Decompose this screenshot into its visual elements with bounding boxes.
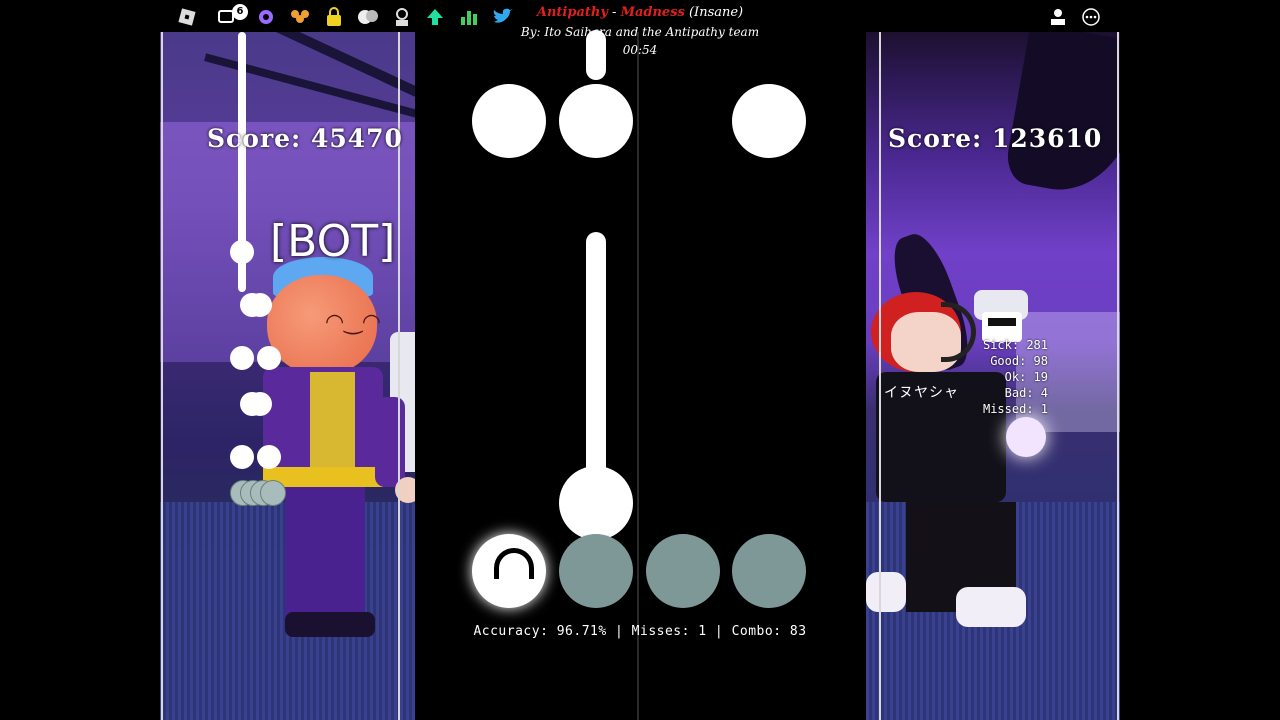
player-hand <box>1006 417 1046 457</box>
judgement-sick: Sick: 281 <box>982 338 1048 352</box>
bot-arm <box>375 397 405 487</box>
frame-line <box>1117 32 1119 720</box>
bot-note <box>248 293 272 317</box>
friends-icon[interactable] <box>289 6 311 28</box>
game-viewport: ◠‿◠ イヌヤシャ Score: 45470 [BOT] Score: 1236… <box>160 0 1120 720</box>
scene-beam <box>160 32 415 137</box>
bot-tag: [BOT] <box>270 216 396 267</box>
bot-note <box>230 445 254 469</box>
bot-shoes <box>285 612 375 637</box>
player-shoe <box>956 587 1026 627</box>
leaderboard-icon[interactable] <box>1047 6 1069 28</box>
note-lane-1 <box>472 84 546 158</box>
song-difficulty: (Insane) <box>688 5 744 20</box>
bot-note <box>257 445 281 469</box>
player-shirt-text: イヌヤシャ <box>884 385 959 401</box>
judgement-good: Good: 98 <box>990 354 1048 368</box>
bot-legs <box>285 487 365 627</box>
lock-icon[interactable] <box>323 6 345 28</box>
stats-bar: Accuracy: 96.71% | Misses: 1 | Combo: 83 <box>473 624 807 639</box>
roblox-menu-icon[interactable] <box>176 6 198 28</box>
song-separator: - <box>612 5 617 20</box>
receptor-lane-3[interactable] <box>646 534 720 608</box>
receptor-lane-2[interactable] <box>559 534 633 608</box>
bot-note <box>230 346 254 370</box>
notification-badge: 6 <box>232 4 248 20</box>
emote-icon[interactable] <box>357 6 379 28</box>
scene-plant <box>1003 32 1120 202</box>
player-shoe <box>866 572 906 612</box>
judgement-list: Sick: 281 Good: 98 Ok: 19 Bad: 4 Missed:… <box>960 337 1048 417</box>
bot-note <box>248 392 272 416</box>
roblox-topbar: 6 Antipathy - Madness (Insane) By: Ito S… <box>160 0 1120 57</box>
hold-note-head <box>559 466 633 540</box>
player-score: Score: 123610 <box>888 124 1103 153</box>
bot-face: ◠‿◠ <box>325 310 382 335</box>
frame-line <box>161 32 163 720</box>
avatar-icon[interactable] <box>391 6 413 28</box>
player-character: イヌヤシャ <box>866 272 1066 672</box>
note-lane-4 <box>732 84 806 158</box>
lane-divider <box>637 32 639 720</box>
bot-vest <box>310 372 355 467</box>
more-options-icon[interactable] <box>1080 6 1102 28</box>
judgement-bad: Bad: 4 <box>1004 386 1048 400</box>
receptor-lane-4[interactable] <box>732 534 806 608</box>
bot-note <box>257 346 281 370</box>
judgement-missed: Missed: 1 <box>982 402 1048 416</box>
hold-note-tail <box>586 232 606 502</box>
note-lane-2 <box>559 84 633 158</box>
song-name: Antipathy <box>536 5 608 20</box>
press-indicator-icon <box>494 548 534 579</box>
judgement-ok: Ok: 19 <box>1004 370 1048 384</box>
bot-note <box>230 240 254 264</box>
receptor-lane-1[interactable] <box>472 534 546 608</box>
bot-score: Score: 45470 <box>207 124 403 153</box>
song-time: 00:54 <box>622 43 658 57</box>
bot-receptor <box>260 480 286 506</box>
gear-icon[interactable] <box>255 6 277 28</box>
song-author: By: Ito Saihara and the Antipathy team <box>520 25 760 39</box>
arrow-up-icon[interactable] <box>424 6 446 28</box>
frame-line <box>879 32 881 720</box>
song-title: Antipathy - Madness (Insane) <box>460 5 820 20</box>
song-chart: Madness <box>620 5 685 20</box>
